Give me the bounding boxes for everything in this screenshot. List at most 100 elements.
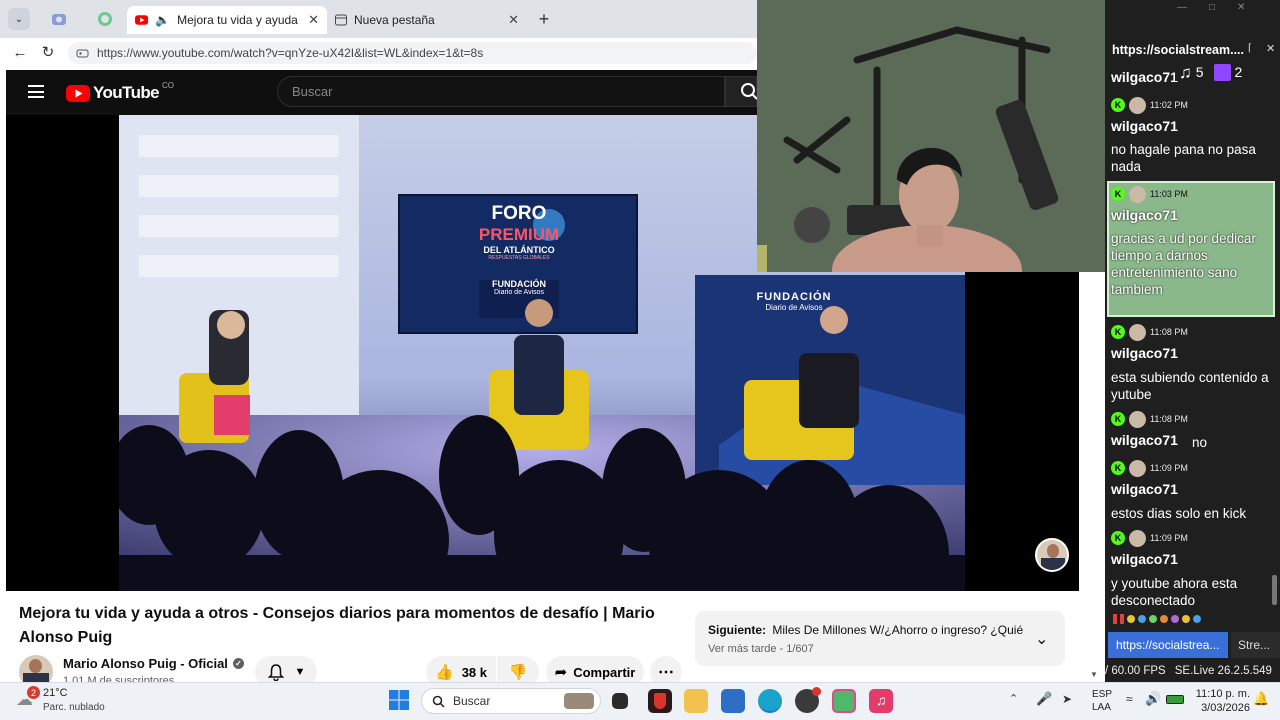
browser-tab-bar: ⌄ 🔈 Mejora tu vida y ayuda a otro ✕ Nuev…: [0, 0, 757, 38]
reload-icon[interactable]: ↻: [38, 42, 58, 62]
pin-icon[interactable]: ⌈: [1248, 43, 1252, 54]
kick-icon: K: [1111, 187, 1125, 201]
tab-title: Mejora tu vida y ayuda a otro: [177, 13, 301, 27]
avatar: [1129, 185, 1146, 203]
chat-header-url: https://socialstream....: [1112, 43, 1244, 57]
chat-message: K 11:08 PM wilgaco71 no: [1105, 410, 1280, 450]
kick-icon: K: [1111, 461, 1125, 475]
youtube-search-input[interactable]: Buscar: [277, 76, 725, 107]
tab-list-chevron-icon[interactable]: ⌄: [8, 8, 30, 30]
language-indicator[interactable]: ESP LAA: [1092, 688, 1112, 714]
chat-message: K 11:09 PM wilgaco71 y youtube ahora esta…: [1105, 529, 1280, 609]
new-tab-plus-icon[interactable]: +: [533, 8, 555, 30]
up-next-title: Miles De Millones W/¿Ahorro o ingreso? ¿…: [772, 623, 1023, 637]
channel-watermark-avatar[interactable]: [1035, 538, 1069, 572]
obs-app-icon[interactable]: [795, 687, 821, 713]
microphone-icon[interactable]: 🎤: [1036, 691, 1052, 707]
youtube-play-logo-icon: [66, 84, 90, 102]
chat-tab-socialstream[interactable]: https://socialstrea...: [1108, 632, 1228, 658]
notifications-bell-icon[interactable]: 🔔: [1253, 691, 1269, 707]
chat-message: wilgaco71 ♫ 5 2: [1105, 62, 1280, 88]
hamburger-menu-icon[interactable]: [28, 85, 44, 98]
close-window-icon[interactable]: ✕: [1237, 2, 1245, 13]
up-next-subtitle: Ver más tarde - 1/607: [708, 643, 814, 655]
tiktok-icon: ♫: [1179, 63, 1192, 82]
pinned-tab-whatsapp-icon[interactable]: [96, 10, 114, 28]
twitch-icon: [1213, 64, 1231, 81]
pinned-tab-camera-icon[interactable]: [50, 10, 68, 28]
search-highlight-icon: [564, 693, 594, 709]
kick-icon: K: [1111, 531, 1125, 545]
tiktok-app-icon[interactable]: ♫: [869, 689, 893, 713]
weather-temp: 21°C: [43, 687, 68, 699]
chat-toolbar-icons: [1113, 612, 1273, 626]
youtube-logo-text: YouTube: [93, 83, 160, 102]
chevron-down-icon: ▼: [294, 666, 306, 678]
verified-check-icon: ✓: [232, 658, 244, 669]
youtube-logo[interactable]: YouTube CO: [66, 80, 174, 103]
taskbar-app-shield-icon[interactable]: [648, 689, 672, 713]
channel-name[interactable]: Mario Alonso Puig - Oficial ✓: [63, 656, 244, 671]
stage-right-screen-text: FUNDACIÓN Diario de Avisos: [756, 291, 832, 312]
location-icon[interactable]: ➤: [1062, 692, 1072, 706]
speaker-icon[interactable]: 🔈: [155, 13, 170, 27]
taskbar-search-box[interactable]: Buscar: [421, 688, 601, 714]
chat-tab-stream[interactable]: Stre...: [1231, 632, 1280, 658]
avatar: [1129, 459, 1146, 477]
battery-icon[interactable]: [1166, 695, 1184, 704]
chat-message: K 11:03 PM wilgaco71 gracias a ud por ded…: [1105, 185, 1280, 315]
close-tab-icon[interactable]: ✕: [508, 12, 519, 28]
video-title: Mejora tu vida y ayuda a otros - Consejo…: [19, 605, 655, 646]
kick-icon: K: [1111, 412, 1125, 426]
weather-widget[interactable]: ☁ 2 21°C Parc. nublado: [14, 685, 124, 717]
tab-youtube-video[interactable]: 🔈 Mejora tu vida y ayuda a otro ✕: [127, 6, 327, 34]
obs-status-bar: / 60.00 FPS SE.Live 26.2.5.549: [1105, 665, 1272, 677]
chat-message: K 11:02 PM wilgaco71 no hagale pana no pa…: [1105, 96, 1280, 176]
close-chat-icon[interactable]: ✕: [1266, 42, 1275, 55]
bell-icon: [267, 664, 284, 681]
up-next-label: Siguiente:: [708, 623, 767, 637]
tray-overflow-chevron-icon[interactable]: ⌃: [1009, 692, 1018, 705]
thumbs-up-icon: 👍: [435, 664, 454, 681]
country-code: CO: [162, 80, 174, 90]
thumbs-down-icon: 👎: [508, 664, 528, 681]
edge-browser-icon[interactable]: [758, 689, 782, 713]
webcam-scene-image: [757, 0, 1105, 272]
weather-desc: Parc. nublado: [43, 702, 105, 713]
file-explorer-icon[interactable]: [684, 689, 708, 713]
chat-scrollbar[interactable]: [1272, 575, 1277, 605]
windows-start-icon[interactable]: [388, 689, 412, 713]
wifi-icon[interactable]: ≈: [1126, 692, 1133, 706]
stage-screen-text: FORO PREMIUM DEL ATLÁNTICO RESPUESTAS GL…: [478, 203, 560, 296]
site-info-icon[interactable]: [76, 47, 89, 60]
capture-app-icon[interactable]: [832, 689, 856, 713]
clock[interactable]: 11:10 p. m. 3/03/2026: [1190, 687, 1250, 715]
tab-new-tab[interactable]: Nueva pestaña ✕: [327, 6, 527, 34]
chevron-down-icon[interactable]: ⌄: [1035, 629, 1048, 649]
task-view-icon[interactable]: [612, 693, 628, 709]
kick-icon: K: [1111, 98, 1125, 112]
webcam-overlay: [757, 0, 1105, 272]
chat-window-controls: — □ ✕: [1177, 2, 1245, 13]
up-next-card[interactable]: Siguiente: Miles De Millones W/¿Ahorro o…: [695, 611, 1065, 666]
windows-taskbar: [0, 682, 1280, 720]
back-arrow-icon[interactable]: ←: [10, 42, 30, 62]
avatar: [1129, 323, 1146, 341]
minimize-icon[interactable]: —: [1177, 2, 1187, 13]
weather-badge: 2: [27, 686, 40, 699]
avatar: [1129, 96, 1146, 114]
chat-message: K 11:09 PM wilgaco71 estos dias solo en k…: [1105, 459, 1280, 521]
tab-title: Nueva pestaña: [354, 13, 435, 27]
microsoft-store-icon[interactable]: [721, 689, 745, 713]
like-count: 38 k: [461, 664, 487, 680]
avatar: [1129, 529, 1146, 547]
address-bar[interactable]: https://www.youtube.com/watch?v=qnYze-uX…: [68, 42, 757, 64]
subscriber-count: 1,01 M de suscriptores: [63, 675, 175, 682]
scroll-down-arrow-icon[interactable]: ▼: [1090, 670, 1098, 679]
kick-icon: K: [1111, 325, 1125, 339]
youtube-search-button[interactable]: [725, 76, 758, 107]
search-placeholder: Buscar: [292, 84, 333, 99]
maximize-icon[interactable]: □: [1209, 2, 1215, 13]
volume-icon[interactable]: 🔊: [1145, 691, 1161, 707]
close-tab-icon[interactable]: ✕: [308, 12, 319, 28]
